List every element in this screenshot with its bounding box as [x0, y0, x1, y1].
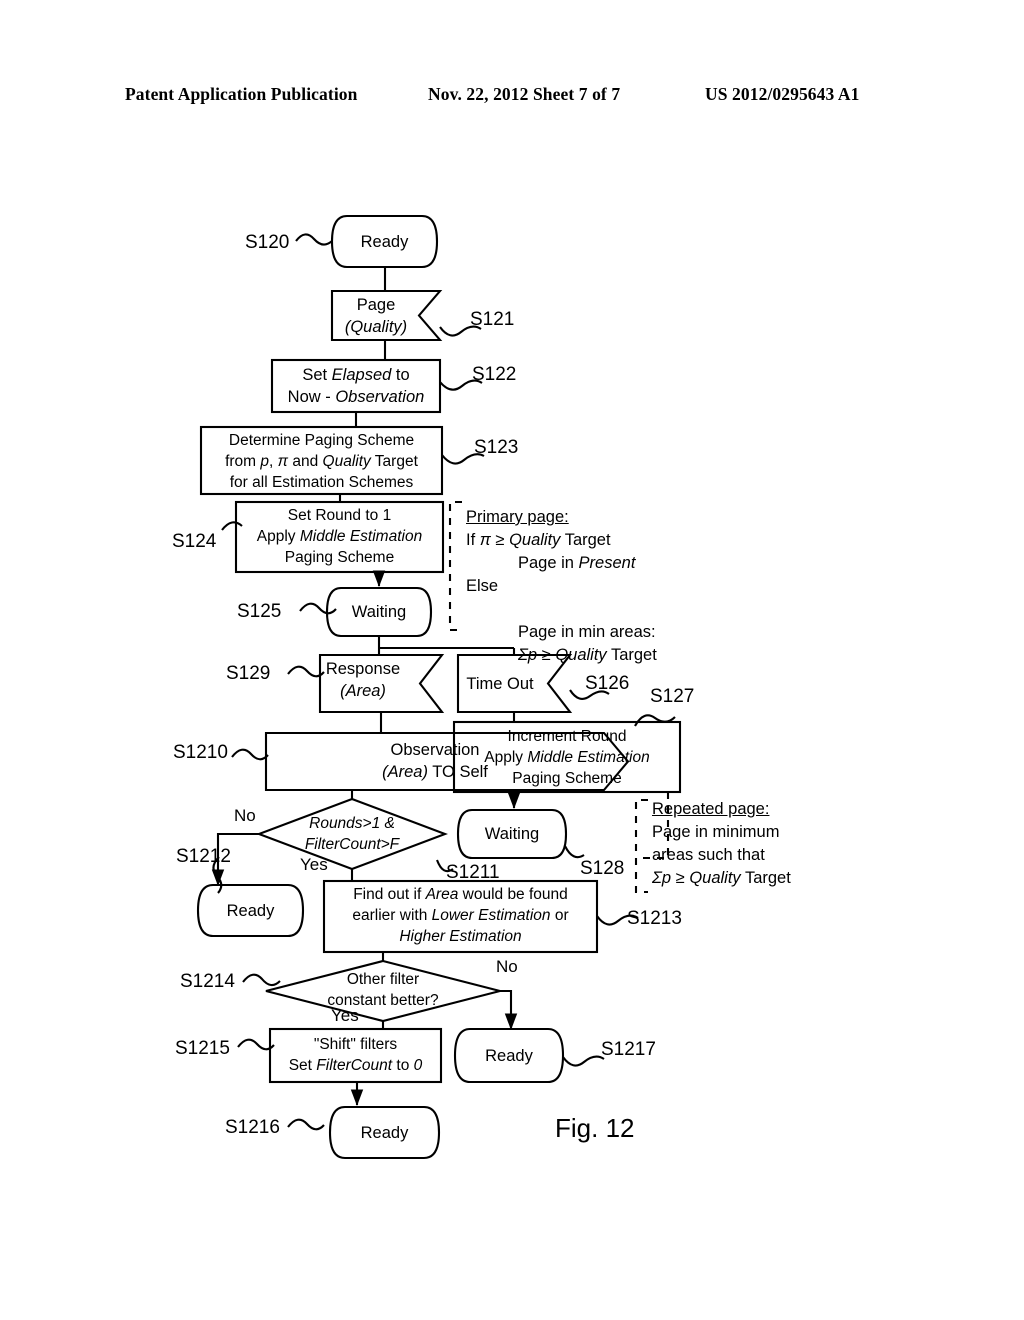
note-repeated-page-line-1: Page in minimum: [652, 823, 780, 841]
shape-s1215-shift-filters: [268, 1027, 443, 1084]
shape-s129-response: [318, 653, 445, 714]
leader-s1210: [231, 748, 269, 761]
ref-s1210: S1210: [173, 742, 228, 763]
ref-s1211: S1211: [446, 862, 500, 883]
shape-s124-set-round: [234, 500, 445, 574]
ref-s1212: S1212: [176, 846, 231, 867]
ref-s122: S122: [472, 364, 517, 385]
note-repeated-page-line-2: areas such that: [652, 846, 765, 864]
edge-label-filter-no: No: [496, 957, 518, 976]
ref-s129: S129: [226, 663, 271, 684]
flowchart-figure: Ready Page (Quality) Set Elapsed to Now …: [0, 0, 1024, 1320]
shape-s1211-decision: [256, 797, 448, 871]
leader-s120: [295, 233, 333, 246]
ref-s128: S128: [580, 858, 625, 879]
edge-label-rounds-no: No: [234, 806, 256, 825]
leader-s129: [287, 665, 325, 678]
shape-s1213-find-out: [322, 879, 599, 954]
ref-s125: S125: [237, 601, 282, 622]
ref-s124: S124: [172, 531, 217, 552]
bracket-repeated-page-left: [634, 798, 648, 894]
ref-s1215: S1215: [175, 1038, 230, 1059]
ref-s120: S120: [245, 232, 290, 253]
ref-s1213: S1213: [627, 908, 682, 929]
leader-s1217: [562, 1055, 605, 1067]
ref-s1217: S1217: [601, 1039, 656, 1060]
shape-s123-determine-scheme: [199, 425, 444, 496]
shape-s1214-decision: [265, 959, 501, 1023]
edge-label-rounds-yes: Yes: [300, 855, 328, 874]
ref-s1216: S1216: [225, 1117, 280, 1138]
leader-s1216: [287, 1118, 325, 1131]
leader-s1214: [242, 973, 281, 987]
shape-s1216-ready: [328, 1105, 441, 1160]
shape-s121-page: [330, 289, 443, 342]
leader-s128: [564, 845, 585, 859]
edge-s1214-no: [500, 989, 518, 1031]
leader-s127: [634, 714, 676, 727]
shape-s1212-ready: [196, 883, 305, 938]
ref-s1214: S1214: [180, 971, 235, 992]
ref-s121: S121: [470, 309, 515, 330]
bracket-primary-page: [448, 500, 462, 632]
figure-caption: Fig. 12: [555, 1113, 635, 1143]
leader-s125: [299, 602, 337, 615]
edge-label-filter-yes: Yes: [331, 1006, 359, 1025]
shape-s125-waiting: [325, 586, 433, 638]
shape-s122-set-elapsed: [270, 358, 442, 414]
note-repeated-page: Repeated page: Page in minimum areas suc…: [652, 800, 791, 887]
leader-s1215: [237, 1038, 275, 1051]
note-repeated-page-title: Repeated page:: [652, 800, 770, 818]
shape-s1217-ready: [453, 1027, 565, 1084]
ref-s126: S126: [585, 673, 630, 694]
ref-s127: S127: [650, 686, 695, 707]
ref-s123: S123: [474, 437, 519, 458]
note-primary-page-title: Primary page:: [466, 508, 569, 526]
shape-s120-ready: [330, 214, 439, 269]
note-primary-page: Primary page: If π ≥ Quality Target Page…: [466, 508, 657, 664]
shape-s128-waiting: [456, 808, 568, 860]
shape-s1210-observation: [264, 731, 630, 792]
leader-s124: [221, 521, 243, 531]
